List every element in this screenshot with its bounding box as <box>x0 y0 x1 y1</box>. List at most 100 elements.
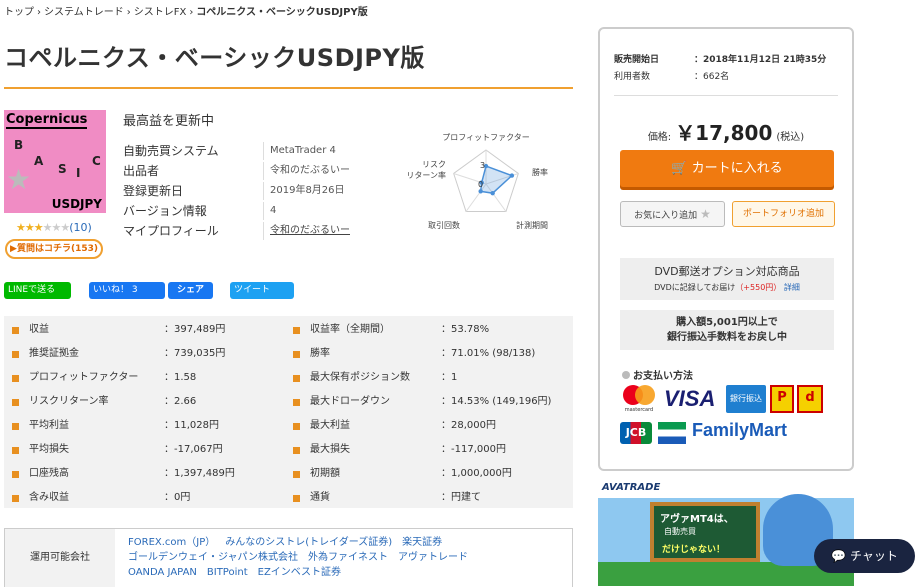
banner-brand: AVATRADE <box>602 482 661 493</box>
tax-label: (税込) <box>776 132 805 143</box>
stat-key: リスクリターン率 <box>29 396 109 407</box>
title-divider <box>4 87 573 89</box>
add-portfolio-button[interactable]: ポートフォリオ追加 <box>732 201 835 227</box>
bullet-icon <box>622 371 630 379</box>
banner-line3: だけじゃない！ <box>662 545 726 555</box>
stat-row: プロフィットファクター ：1.58 <box>12 366 292 390</box>
stat-row: 含み収益 ：0円 <box>12 486 292 510</box>
stat-value: ：2.66 <box>164 396 197 407</box>
stat-key: 最大ドローダウン <box>310 396 390 407</box>
radar-point <box>509 173 515 178</box>
bullet-icon <box>293 327 300 334</box>
broker-link[interactable]: 楽天証券 <box>402 537 442 548</box>
banner-board: アヴァMT4は、 自動売買 だけじゃない！ <box>650 502 760 562</box>
stat-value: ：1,397,489円 <box>164 468 235 479</box>
stat-key: 収益 <box>29 324 49 335</box>
bank-line1: 購入額5,001円以上で <box>676 317 778 328</box>
user-count-value: ：662名 <box>694 72 730 82</box>
bullet-icon <box>293 447 300 454</box>
bullet-icon <box>12 399 19 406</box>
broker-link[interactable]: BITPoint <box>207 567 248 578</box>
visa-logo: VISA <box>664 386 716 411</box>
stat-value: ：1 <box>441 372 458 383</box>
broker-link[interactable]: FOREX.com（JP） <box>128 537 215 548</box>
info-value: 2019年8月26日 <box>263 182 345 200</box>
stat-row: 初期額 ：1,000,000円 <box>293 462 573 486</box>
broker-link[interactable]: ゴールデンウェイ・ジャパン株式会社 <box>128 552 298 563</box>
breadcrumb-current: コペルニクス・ベーシックUSDJPY版 <box>196 7 368 18</box>
dvd-detail-link[interactable]: 詳細 <box>784 283 800 292</box>
info-value: MetaTrader 4 <box>263 142 336 160</box>
stat-key: 推奨証拠金 <box>29 348 79 359</box>
avatrade-banner[interactable]: AVATRADE アヴァMT4は、 自動売買 だけじゃない！ <box>598 480 854 586</box>
thumbnail-letter: S <box>58 162 67 176</box>
release-date-value: ：2018年11月12日 21時35分 <box>694 55 827 65</box>
stat-value: ：397,489円 <box>164 324 226 335</box>
stat-value: ：円建て <box>441 492 481 503</box>
breadcrumb-link-top[interactable]: トップ <box>4 7 34 18</box>
radar-chart: プロフィットファクター勝率計測期間 取引回数 リスクリターン率 3 0 <box>406 133 548 230</box>
stat-value: ：11,028円 <box>164 420 219 431</box>
breadcrumb: トップ › システムトレード › シストレFX › コペルニクス・ベーシックUSDJPY版 <box>4 7 368 18</box>
question-button[interactable]: ▶質問はコチラ(153) <box>5 239 103 259</box>
rating-stars-icon: ★★★★★★ <box>16 221 70 234</box>
price-value: ￥17,800 <box>675 121 773 145</box>
rating[interactable]: ★★★★★★(10) <box>16 221 92 234</box>
radar-axis-label: リスク <box>422 160 446 169</box>
add-favorite-button[interactable]: お気に入り追加 ★ <box>620 201 725 227</box>
info-value: 4 <box>263 202 276 220</box>
line-share-button[interactable]: LINEで送る <box>4 282 71 299</box>
banner-line2: 自動売買 <box>664 527 696 536</box>
svg-text:mastercard: mastercard <box>625 407 653 412</box>
dvd-title: DVD郵送オプション対応商品 <box>654 265 800 278</box>
bullet-icon <box>12 423 19 430</box>
profile-link[interactable]: 令和のだぶるいー <box>263 222 350 240</box>
stat-value: ：-17,067円 <box>164 444 223 455</box>
chat-button[interactable]: 💬 チャット <box>814 539 915 573</box>
headline: 最高益を更新中 <box>123 114 215 129</box>
product-thumbnail[interactable]: Copernicus B A S I C ★ USDJPY <box>4 110 106 213</box>
mastercard-logo: mastercard <box>623 385 655 412</box>
broker-link[interactable]: みんなのシストレ(トレイダーズ証券) <box>225 537 392 548</box>
thumbnail-letter: C <box>92 154 101 168</box>
broker-link[interactable]: 外為ファイネスト <box>308 552 388 563</box>
tweet-button[interactable]: ツイート <box>230 282 294 299</box>
facebook-share-button[interactable]: シェア <box>168 282 213 299</box>
stat-row: 最大ドローダウン ：14.53% (149,196円) <box>293 390 573 414</box>
thumbnail-pair: USDJPY <box>51 197 102 211</box>
info-key: マイプロフィール <box>123 224 219 238</box>
broker-link[interactable]: EZインベスト証券 <box>258 567 341 578</box>
stat-row: リスクリターン率 ：2.66 <box>12 390 292 414</box>
stat-row: 最大利益 ：28,000円 <box>293 414 573 438</box>
user-count-label: 利用者数 <box>614 72 651 82</box>
stat-key: 最大利益 <box>310 420 350 431</box>
bullet-icon <box>12 495 19 502</box>
stat-key: 収益率（全期間） <box>310 324 390 335</box>
add-to-cart-button[interactable]: 🛒 カートに入れる <box>620 150 834 187</box>
info-key: バージョン情報 <box>123 204 207 218</box>
breadcrumb-link-systemtrade[interactable]: システムトレード <box>44 7 124 18</box>
stat-row: 最大保有ポジション数 ：1 <box>293 366 573 390</box>
broker-link[interactable]: アヴァトレード <box>398 552 468 563</box>
breadcrumb-link-fx[interactable]: シストレFX <box>134 7 187 18</box>
broker-link[interactable]: OANDA JAPAN <box>128 567 197 578</box>
stat-row: 口座残高 ：1,397,489円 <box>12 462 292 486</box>
thumbnail-title: Copernicus <box>6 112 88 129</box>
facebook-like-button[interactable]: いいね！ 3 <box>89 282 165 299</box>
divider <box>614 95 838 96</box>
bullet-icon <box>293 471 300 478</box>
stat-value: ：739,035円 <box>164 348 226 359</box>
page-title: コペルニクス・ベーシックUSDJPY版 <box>4 44 425 72</box>
familymart-icon <box>658 422 686 444</box>
bullet-icon <box>12 351 19 358</box>
release-date-label: 販売開始日 <box>614 55 660 65</box>
bullet-icon <box>12 447 19 454</box>
thumbnail-letter: I <box>76 166 81 180</box>
bullet-icon <box>293 375 300 382</box>
familymart-logo: FamilyMart <box>692 420 788 440</box>
bank-refund-notice: 購入額5,001円以上で 銀行振込手数料をお戻し中 <box>620 310 834 350</box>
stat-key: 最大保有ポジション数 <box>310 372 410 383</box>
star-icon: ★ <box>700 207 711 221</box>
stats-table: 収益 ：397,489円推奨証拠金 ：739,035円プロフィットファクター ：1.5… <box>4 316 573 508</box>
jcb-logo: JCB <box>620 422 652 444</box>
